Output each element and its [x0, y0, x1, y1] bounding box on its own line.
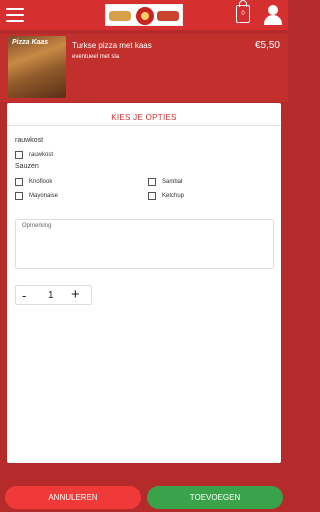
option-rauwkost[interactable]: rauwkost — [15, 150, 53, 160]
top-bar: 0 — [0, 0, 288, 30]
modal-title: KIES JE OPTIES — [111, 113, 177, 122]
group-label-sauzen: Sauzen — [15, 163, 39, 170]
logo[interactable] — [105, 4, 183, 26]
decrement-button[interactable]: - — [22, 288, 26, 303]
checkbox-ketchup[interactable] — [148, 192, 156, 200]
logo-left-graphic — [109, 11, 131, 21]
product-description: eventueel met sla — [72, 54, 120, 60]
shopping-bag-icon[interactable]: 0 — [236, 0, 250, 23]
logo-right-graphic — [157, 11, 179, 21]
increment-button[interactable]: + — [71, 286, 80, 303]
add-button[interactable]: TOEVOEGEN — [147, 486, 283, 509]
option-label: Knoflook — [29, 179, 53, 185]
option-label: Ketchup — [162, 193, 185, 199]
option-label: Sambal — [162, 179, 183, 185]
quantity-stepper: - 1 + — [15, 285, 92, 305]
checkbox-sambal[interactable] — [148, 178, 156, 186]
modal-divider — [7, 125, 281, 126]
product-price: €5,50 — [254, 40, 280, 51]
options-modal: KIES JE OPTIES rauwkost rauwkost Sauzen … — [7, 103, 281, 463]
quantity-value[interactable]: 1 — [48, 290, 54, 301]
remark-label: Opmerking — [22, 223, 52, 229]
cancel-button[interactable]: ANNULEREN — [5, 486, 141, 509]
group-label-rauwkost: rauwkost — [15, 137, 44, 144]
product-header: Pizza Kaas Turkse pizza met kaas eventue… — [0, 34, 288, 102]
checkbox-knoflook[interactable] — [15, 178, 23, 186]
action-bar: ANNULEREN TOEVOEGEN — [0, 478, 288, 512]
product-image: Pizza Kaas — [8, 36, 66, 98]
logo-mark — [136, 7, 154, 25]
option-knoflook[interactable]: Knoflook — [15, 177, 52, 187]
product-name: Turkse pizza met kaas — [72, 41, 152, 50]
option-sambal[interactable]: Sambal — [148, 177, 182, 187]
cart-count: 0 — [241, 11, 245, 17]
option-mayonaise[interactable]: Mayonaise — [15, 191, 58, 201]
user-icon[interactable] — [264, 5, 282, 25]
option-label: Mayonaise — [29, 193, 59, 199]
checkbox-mayonaise[interactable] — [15, 192, 23, 200]
hamburger-menu-icon[interactable] — [6, 8, 24, 22]
option-label: rauwkost — [29, 152, 54, 158]
checkbox-rauwkost[interactable] — [15, 151, 23, 159]
option-ketchup[interactable]: Ketchup — [148, 191, 184, 201]
remark-textarea[interactable]: Opmerking — [15, 219, 274, 269]
product-image-label: Pizza Kaas — [12, 39, 49, 46]
